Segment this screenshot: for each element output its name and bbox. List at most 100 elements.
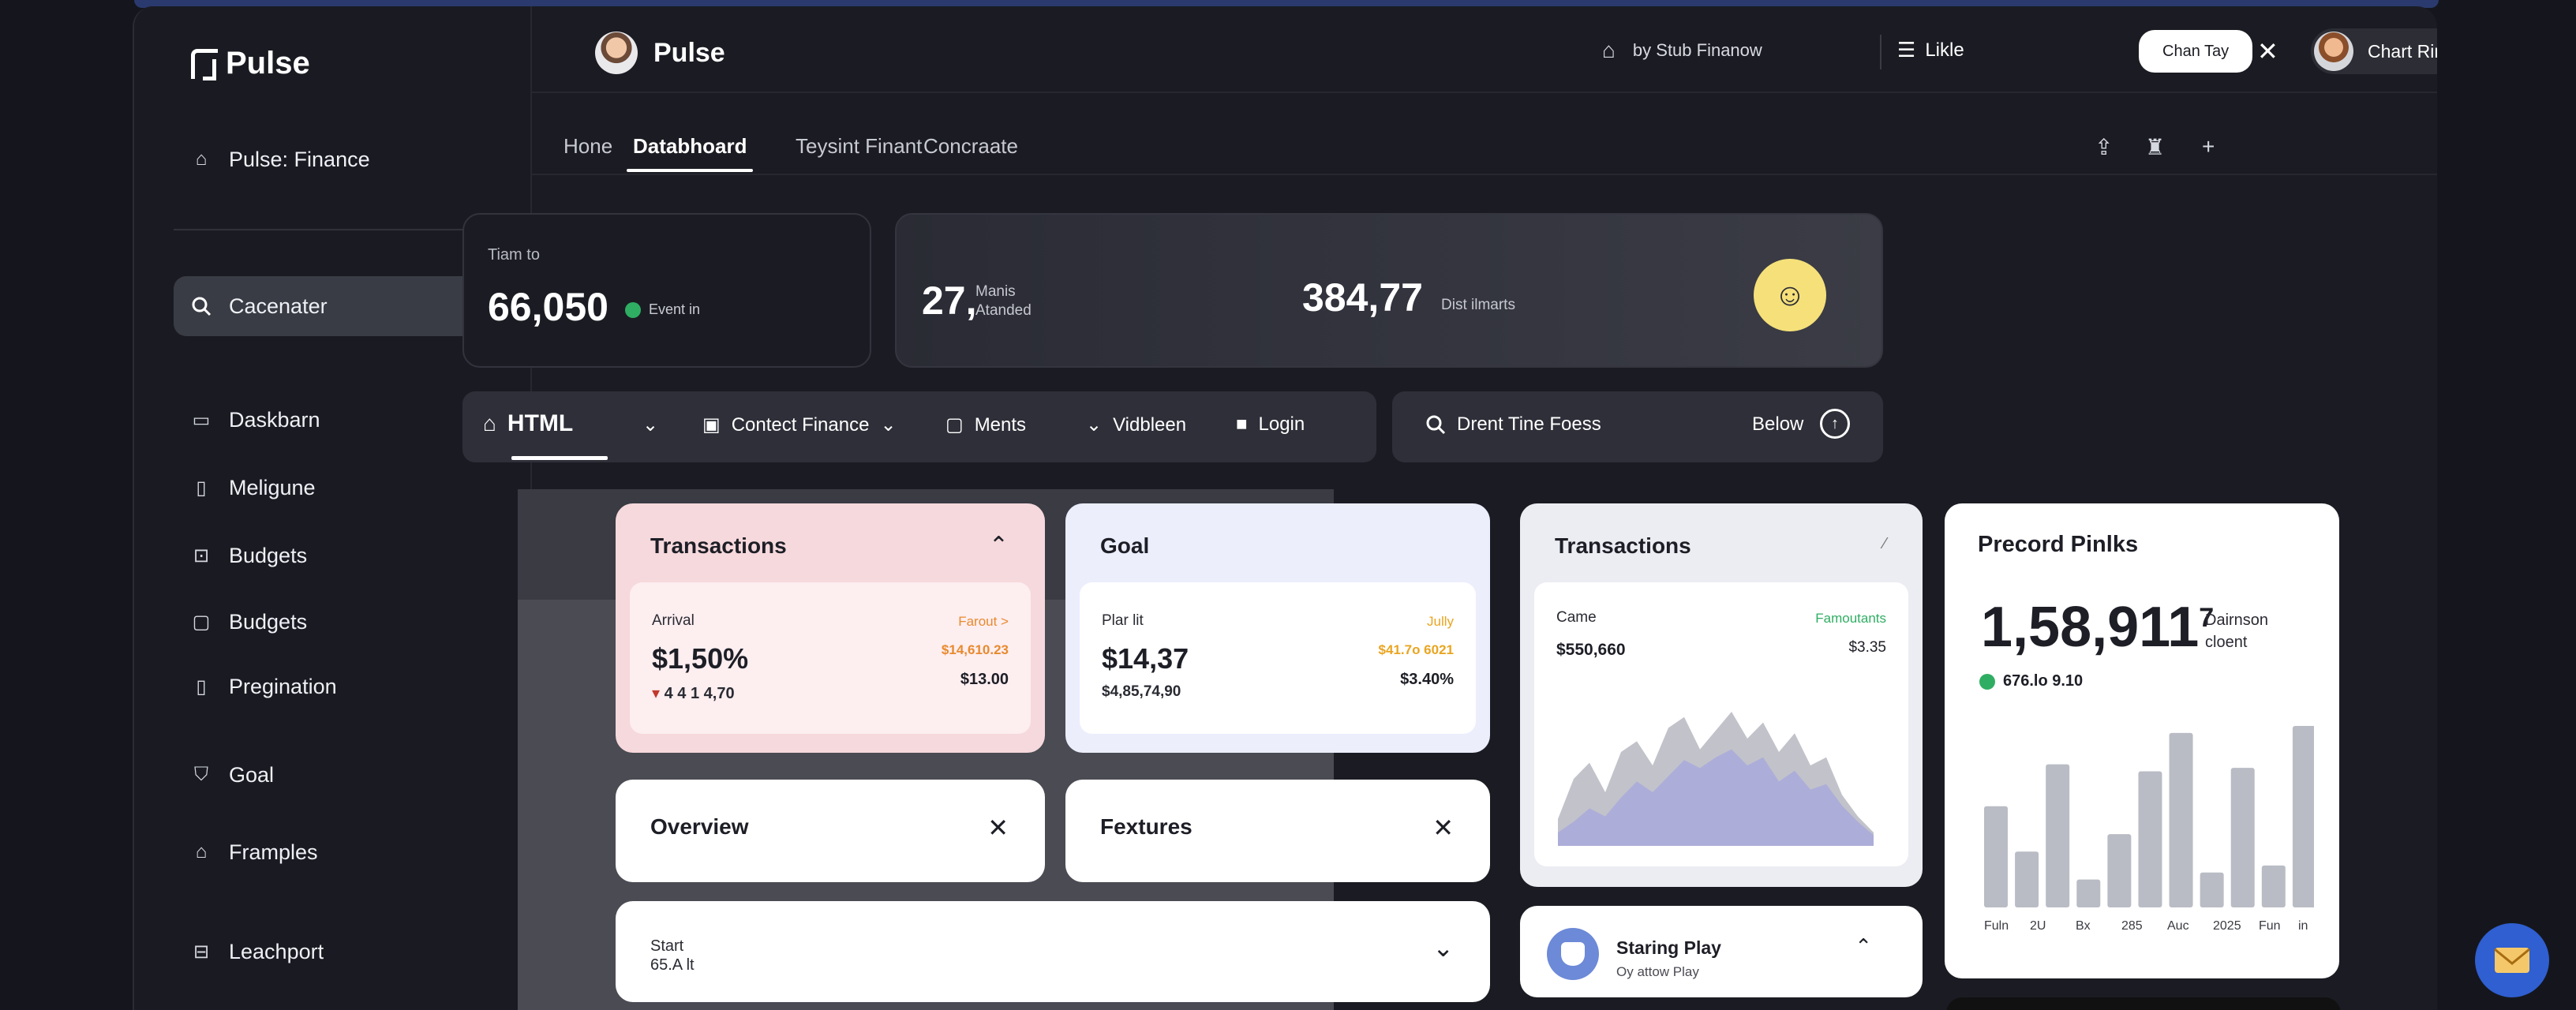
sidebar-item-label: Pulse: Finance bbox=[229, 147, 370, 171]
sidebar-item-pregination[interactable]: ▯ Pregination bbox=[174, 656, 505, 716]
transactions-chart-card[interactable]: Transactions ⁄ Came $550,660 Famoutants … bbox=[1520, 503, 1923, 887]
card-title: Precord Pinlks bbox=[1978, 532, 2139, 557]
search-bar[interactable]: Drent Tine Foess Below ↑ bbox=[1392, 391, 1883, 462]
goal-card[interactable]: Goal Plar lit $14,37 $4,85,74,90 Jully $… bbox=[1065, 503, 1490, 753]
home-icon: ⌂ bbox=[483, 411, 496, 436]
filter-login[interactable]: ■ Login bbox=[1236, 413, 1305, 436]
home-icon: ⌂ bbox=[195, 148, 208, 170]
next-card-peek bbox=[1946, 997, 2341, 1010]
card-inner: Came $550,660 Famoutants $3.35 bbox=[1534, 582, 1908, 866]
filter-html[interactable]: ⌂ HTML bbox=[483, 410, 573, 437]
bar bbox=[2015, 851, 2039, 907]
start-label: Start bbox=[650, 937, 684, 955]
status-dot-icon bbox=[625, 301, 641, 318]
card-sub: ▾ 4 4 1 4,70 bbox=[652, 685, 735, 702]
header-action-button[interactable]: Chan Tay bbox=[2139, 30, 2253, 73]
sidebar-item-goal[interactable]: ⛉ Goal bbox=[174, 745, 505, 805]
mail-icon bbox=[2494, 948, 2530, 973]
chevron-up-icon[interactable]: ⌃ bbox=[989, 532, 1009, 559]
chevron-down-icon[interactable]: ⌄ bbox=[642, 413, 658, 436]
stat-tag-label: Event in bbox=[649, 301, 701, 317]
bar bbox=[1984, 806, 2008, 907]
stat-sub-line: Atanded bbox=[975, 302, 1032, 319]
precord-delta-text: 676.lo 9.10 bbox=[2003, 672, 2084, 690]
bar bbox=[2107, 834, 2132, 907]
search-icon bbox=[191, 296, 212, 316]
card-title: Fextures bbox=[1100, 814, 1193, 839]
x-tick-label: 2025 bbox=[2213, 919, 2241, 933]
arrow-up-icon[interactable]: ↑ bbox=[1820, 409, 1850, 439]
header-title: Pulse bbox=[653, 37, 725, 68]
sidebar-item-framples[interactable]: ⌂ Framples bbox=[174, 822, 505, 882]
filter-ments[interactable]: ▢ Ments bbox=[945, 413, 1026, 436]
bar bbox=[2138, 771, 2162, 907]
sidebar-item-daskbarn[interactable]: ▭ Daskbarn bbox=[174, 390, 505, 450]
card-right-2: $3.35 bbox=[1848, 639, 1886, 656]
pulse-logo-icon bbox=[191, 48, 218, 80]
bar-chart: Fuln 2U Bx 285 Auc 2025 Fun in bbox=[1984, 726, 2314, 933]
overview-card[interactable]: Overview ✕ bbox=[616, 780, 1045, 882]
top-header: Pulse ⌂ by Stub Finanow ☰ Likle Chan Tay… bbox=[532, 6, 2437, 93]
stat-sub-line: Manis bbox=[975, 283, 1016, 300]
user-menu[interactable]: Chart Ring bbox=[2311, 28, 2437, 74]
stat-card-total[interactable]: Tiam to 66,050 Event in bbox=[462, 213, 871, 368]
staring-play-card[interactable]: Staring Play Oy attow Play ⌃ bbox=[1520, 906, 1923, 997]
close-icon[interactable]: ✕ bbox=[987, 813, 1009, 843]
tab-bar: Hone Databhoard Teysint Finant Concraate… bbox=[532, 93, 2437, 175]
user-badge-icon[interactable]: ☺ bbox=[1754, 259, 1826, 331]
filter-ments-label: Ments bbox=[974, 413, 1027, 436]
card-title: Transactions bbox=[1555, 533, 1691, 558]
precord-card[interactable]: Precord Pinlks 1,58,9117 Dairnson cloent… bbox=[1945, 503, 2339, 978]
sidebar-item-label: Goal bbox=[229, 762, 275, 787]
close-icon[interactable]: ✕ bbox=[2257, 36, 2278, 66]
fextures-card[interactable]: Fextures ✕ bbox=[1065, 780, 1490, 882]
stat-value-manis: 27, bbox=[922, 279, 977, 323]
close-icon[interactable]: ✕ bbox=[1432, 813, 1454, 843]
card-sub: $4,85,74,90 bbox=[1102, 683, 1181, 700]
sidebar-item-label: Meligune bbox=[229, 475, 316, 499]
chevron-up-icon[interactable]: ⌃ bbox=[1855, 934, 1872, 959]
start-card[interactable]: Start 65.A lt ⌄ bbox=[616, 901, 1490, 1002]
filter-vidbleen-label: Vidbleen bbox=[1113, 413, 1187, 436]
stat-card-summary[interactable]: 27, Manis Atanded 384,77 Dist ilmarts ☺ bbox=[895, 213, 1883, 368]
share-icon[interactable]: ⇪ bbox=[2095, 134, 2113, 160]
mail-fab[interactable] bbox=[2475, 923, 2549, 997]
header-search[interactable]: ⌂ by Stub Finanow bbox=[1602, 38, 1762, 63]
precord-side-line: Dairnson bbox=[2205, 612, 2269, 629]
sidebar-item-label: Cacenater bbox=[229, 294, 328, 318]
sidebar-item-pulse-finance[interactable]: ⌂ Pulse: Finance bbox=[174, 129, 505, 189]
tab-teysint-finant[interactable]: Teysint Finant bbox=[796, 134, 922, 159]
bell-icon[interactable]: ♜ bbox=[2145, 134, 2165, 160]
sidebar-item-meligune[interactable]: ▯ Meligune bbox=[174, 458, 505, 518]
card-label: Arrival bbox=[652, 612, 695, 629]
sidebar: Pulse ⌂ Pulse: Finance Cacenater ▭ Daskb… bbox=[134, 6, 532, 1010]
chevron-down-icon[interactable]: ⌄ bbox=[1432, 933, 1454, 963]
filter-vidbleen[interactable]: ⌄ Vidbleen bbox=[1086, 413, 1186, 436]
sidebar-item-label: Pregination bbox=[229, 674, 337, 698]
stat-tag: Event in bbox=[625, 301, 700, 318]
sidebar-item-budgets[interactable]: ⊡ Budgets bbox=[174, 526, 505, 585]
sidebar-item-label: Budgets bbox=[229, 609, 308, 634]
sidebar-item-budgets-2[interactable]: ▢ Budgets bbox=[174, 592, 505, 652]
sidebar-item-leachport[interactable]: ⊟ Leachport bbox=[174, 922, 505, 982]
card-inner: Plar lit $14,37 $4,85,74,90 Jully $41.7o… bbox=[1080, 582, 1476, 734]
search-query[interactable]: Drent Tine Foess bbox=[1425, 413, 1601, 436]
search-query-text: Drent Tine Foess bbox=[1457, 413, 1601, 435]
stat-sub-manis: Manis Atanded bbox=[975, 282, 1032, 320]
filter-contect-finance[interactable]: ▣ Contect Finance ⌄ bbox=[702, 413, 897, 436]
tab-databhoard[interactable]: Databhoard bbox=[626, 134, 754, 172]
transactions-card[interactable]: Transactions ⌃ Arrival $1,50% ▾ 4 4 1 4,… bbox=[616, 503, 1045, 753]
header-search-text: by Stub Finanow bbox=[1632, 40, 1762, 60]
sidebar-item-cacenater[interactable]: Cacenater bbox=[174, 276, 505, 336]
header-menu-label: Likle bbox=[1925, 39, 1964, 61]
plus-icon[interactable]: + bbox=[2202, 134, 2215, 159]
header-brand[interactable]: Pulse bbox=[595, 32, 725, 74]
edit-icon[interactable]: ⁄ bbox=[1884, 535, 1886, 553]
logo-text: Pulse bbox=[226, 46, 310, 80]
tab-concraate[interactable]: Concraate bbox=[923, 134, 1018, 159]
logo[interactable]: Pulse bbox=[191, 46, 310, 81]
header-menu[interactable]: ☰ Likle bbox=[1897, 38, 1964, 62]
tab-hone[interactable]: Hone bbox=[564, 134, 612, 159]
search-below[interactable]: Below bbox=[1752, 413, 1803, 436]
bar bbox=[2261, 865, 2286, 907]
